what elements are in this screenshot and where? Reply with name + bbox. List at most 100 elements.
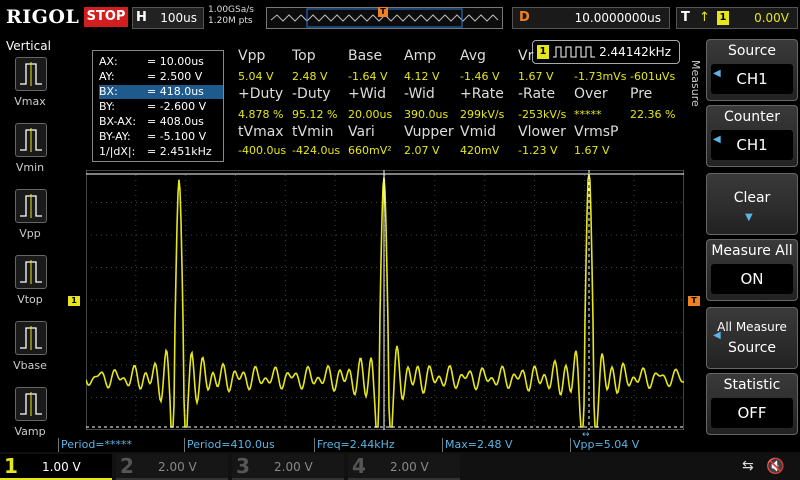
cursor-key: BY: — [99, 100, 115, 113]
trigger-level-value: 0.00V — [754, 11, 789, 25]
waveform-display[interactable] — [86, 170, 684, 430]
clear-arrow-down-icon: ▼ — [745, 212, 753, 223]
channel-number: 1 — [4, 454, 18, 478]
measurement-label: tVmin — [292, 124, 334, 140]
measure-item-label: Vtop — [17, 293, 43, 306]
measurement-label: Vr — [518, 48, 534, 64]
run-stop-state[interactable]: STOP — [84, 7, 128, 27]
measurement-label: Vmid — [460, 124, 496, 140]
channel-number: 2 — [120, 454, 134, 478]
cursor-readout-row: BY: = -2.600 V — [99, 100, 223, 114]
sample-info: 1.00GSa/s 1.20M pts — [208, 5, 254, 27]
cursor-readout-row: BX: = 418.0us — [99, 85, 223, 99]
ch1-offset-marker[interactable]: 1 — [68, 296, 80, 306]
channel-3-tab[interactable]: 3 2.00 V — [232, 454, 344, 480]
measurement-value: 420mV — [460, 144, 500, 157]
trigger-position-marker[interactable]: T — [378, 7, 388, 17]
measurement-label: Vpp — [238, 48, 266, 64]
cursor-readout-row: AX: = 10.00us — [99, 55, 223, 69]
vertical-measure-panel: Vertical Vmax Vmin Vpp Vtop Vbase Vamp — [0, 37, 58, 438]
measurement-value: 20.00us — [348, 108, 393, 121]
clear-menu-button[interactable]: Clear ▼ — [706, 173, 798, 235]
measurement-stats-bar: Period=***** Period=410.0us Freq=2.44kHz Ma… — [58, 438, 701, 452]
channel-number: 4 — [352, 454, 366, 478]
stat-item: Period=410.0us — [184, 438, 315, 452]
counter-arrow-icon: ◀ — [713, 134, 721, 145]
all-measure-source-button[interactable]: All Measure Source ◀ — [706, 307, 798, 369]
statistic-title: Statistic — [723, 377, 781, 393]
trigger-level-marker[interactable]: T — [688, 296, 700, 306]
channel-1-tab[interactable]: 1 1.00 V — [0, 454, 112, 480]
measurement-label: Vari — [348, 124, 375, 140]
source-title: Source — [727, 43, 777, 59]
horizontal-value: 100us — [160, 11, 197, 25]
channel-2-tab[interactable]: 2 2.00 V — [116, 454, 228, 480]
measure-item-vbase[interactable]: Vbase — [8, 321, 52, 372]
trigger-box[interactable]: T ↑ 1 0.00V — [676, 7, 798, 29]
measurement-label: -Rate — [518, 86, 556, 102]
source-menu-button[interactable]: Source CH1 ◀ — [706, 39, 798, 101]
measure-item-vmax[interactable]: Vmax — [8, 57, 52, 108]
cursor-readout-row: AY: = 2.500 V — [99, 70, 223, 84]
measurement-value: 95.12 % — [292, 108, 338, 121]
horizontal-scale[interactable]: H 100us — [132, 7, 204, 29]
trigger-label: T — [681, 10, 690, 25]
cursor-key: BX-AX: — [99, 115, 137, 128]
measurement-label: Base — [348, 48, 383, 64]
delay-box[interactable]: D 10.0000000us — [512, 7, 670, 29]
measurement-label: Over — [574, 86, 608, 102]
measure-item-vpp[interactable]: Vpp — [8, 189, 52, 240]
rising-edge-icon: ↑ — [699, 10, 710, 25]
usb-icon: ⇆ — [742, 458, 754, 474]
source-arrow-icon: ◀ — [713, 68, 721, 79]
measurement-value: 299kV/s — [460, 108, 505, 121]
vtop-icon — [15, 255, 47, 289]
measure-item-vamp[interactable]: Vamp — [8, 387, 52, 438]
measure-item-label: Vbase — [13, 359, 47, 372]
measurement-label: +Rate — [460, 86, 504, 102]
measure-all-button[interactable]: Measure All ON — [706, 239, 798, 301]
measurement-value: -1.23 V — [518, 144, 558, 157]
measurement-value: 2.07 V — [404, 144, 440, 157]
measurement-value: -424.0us — [292, 144, 341, 157]
measure-item-label: Vmin — [15, 161, 45, 174]
cursor-value: = 2.451kHz — [147, 145, 212, 158]
measurement-label: Avg — [460, 48, 486, 64]
cursor-key: AX: — [99, 55, 118, 68]
measure-section-label: Measure — [689, 60, 702, 107]
measurement-value: -1.64 V — [348, 70, 388, 83]
horizontal-label: H — [136, 10, 147, 25]
measure-item-vtop[interactable]: Vtop — [8, 255, 52, 306]
counter-value: CH1 — [711, 130, 793, 160]
cursor-value: = 10.00us — [147, 55, 204, 68]
measurement-label: Vupper — [404, 124, 454, 140]
counter-menu-button[interactable]: Counter CH1 ◀ — [706, 105, 798, 167]
measurement-label: Amp — [404, 48, 437, 64]
measurement-value: -1.46 V — [460, 70, 500, 83]
statistic-value: OFF — [711, 398, 793, 428]
measurement-value: 5.04 V — [238, 70, 274, 83]
measurement-value: -253kV/s — [518, 108, 567, 121]
clear-title: Clear — [733, 190, 771, 206]
vpp-icon — [15, 189, 47, 223]
measurement-label: -Wid — [404, 86, 435, 102]
measurement-value: -400.0us — [238, 144, 287, 157]
counter-frequency-value: 2.44142kHz — [599, 45, 671, 59]
measurement-label: -Duty — [292, 86, 331, 102]
cursor-readout-row: 1/|dX|: = 2.451kHz — [99, 145, 223, 159]
channel-scale: 2.00 V — [158, 460, 197, 474]
channel-4-tab[interactable]: 4 2.00 V — [348, 454, 460, 480]
statistic-button[interactable]: Statistic OFF — [706, 373, 798, 435]
counter-channel-badge: 1 — [537, 45, 549, 59]
channel-bar: ⇆ 🔇 1 1.00 V 2 2.00 V 3 2.00 V 4 2.00 V — [0, 452, 800, 480]
stat-item: Period=***** — [58, 438, 185, 452]
measurement-label: Top — [292, 48, 316, 64]
measurement-label: +Duty — [238, 86, 284, 102]
measure-item-vmin[interactable]: Vmin — [8, 123, 52, 174]
sound-muted-icon[interactable]: 🔇 — [766, 457, 785, 475]
vertical-panel-title: Vertical — [6, 39, 51, 53]
stat-item: Vpp=5.04 V — [570, 438, 701, 452]
delay-label: D — [519, 10, 530, 25]
measurement-value: 4.878 % — [238, 108, 284, 121]
measurement-value: -1.73mVs — [574, 70, 627, 83]
